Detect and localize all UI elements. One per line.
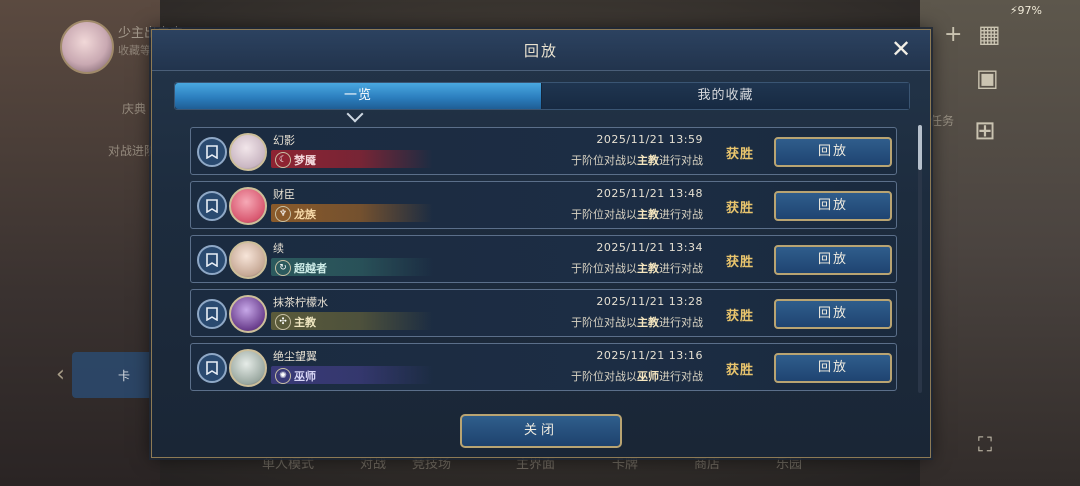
replay-button[interactable]: 回放 xyxy=(774,353,892,383)
match-result: 获胜 xyxy=(726,147,755,162)
bookmark-button[interactable] xyxy=(197,299,227,329)
match-description: 于阶位对战以主教进行对战 xyxy=(571,206,703,222)
player-name: 绝尘望翼 xyxy=(273,350,317,363)
match-datetime: 2025/11/21 13:28 xyxy=(596,295,703,308)
class-name: 超越者 xyxy=(294,262,327,275)
match-datetime: 2025/11/21 13:34 xyxy=(596,241,703,254)
bookmark-icon xyxy=(206,361,218,375)
desc-class: 主教 xyxy=(637,208,659,221)
gift-icon: ⊞ xyxy=(974,116,996,146)
scrollbar-thumb[interactable] xyxy=(918,125,922,170)
tab-bar: 一览 我的收藏 xyxy=(174,82,910,110)
plus-icon: + xyxy=(944,22,963,47)
player-name: 财臣 xyxy=(273,188,295,201)
replay-row: 续 ↻ 超越者 2025/11/21 13:34 于阶位对战以主教进行对战 获胜… xyxy=(190,235,897,283)
battery-status: ⚡97% xyxy=(1009,4,1042,17)
desc-suffix: 进行对战 xyxy=(659,154,703,167)
player-avatar xyxy=(229,187,267,225)
dialog-title: 回放 xyxy=(523,42,558,60)
tab-my-favorites[interactable]: 我的收藏 xyxy=(542,83,909,109)
match-result: 获胜 xyxy=(726,309,755,324)
scrollbar[interactable] xyxy=(918,125,922,393)
desc-suffix: 进行对战 xyxy=(659,316,703,329)
replay-row: 财臣 ♆ 龙族 2025/11/21 13:48 于阶位对战以主教进行对战 获胜… xyxy=(190,181,897,229)
player-name: 抹茶柠檬水 xyxy=(273,296,328,309)
replay-dialog: 回放 ✕ 一览 我的收藏 幻影 ☾ 梦魇 2025/11/21 13:59 于阶… xyxy=(151,29,931,458)
close-icon[interactable]: ✕ xyxy=(888,36,914,62)
player-avatar xyxy=(229,133,267,171)
grid-icon: ▦ xyxy=(978,20,1001,48)
desc-class: 巫师 xyxy=(637,370,659,383)
bg-left-tab-label: 卡 xyxy=(118,369,131,383)
class-name: 梦魇 xyxy=(294,154,316,167)
class-icon: ↻ xyxy=(275,260,291,276)
desc-class: 主教 xyxy=(637,262,659,275)
desc-prefix: 于阶位对战以 xyxy=(571,370,637,383)
class-icon: ♆ xyxy=(275,206,291,222)
replay-button[interactable]: 回放 xyxy=(774,137,892,167)
desc-prefix: 于阶位对战以 xyxy=(571,154,637,167)
desc-suffix: 进行对战 xyxy=(659,262,703,275)
bookmark-button[interactable] xyxy=(197,353,227,383)
match-result: 获胜 xyxy=(726,201,755,216)
match-result: 获胜 xyxy=(726,255,755,270)
bookmark-icon xyxy=(206,145,218,159)
replay-button[interactable]: 回放 xyxy=(774,299,892,329)
bookmark-icon xyxy=(206,307,218,321)
match-description: 于阶位对战以主教进行对战 xyxy=(571,152,703,168)
match-datetime: 2025/11/21 13:59 xyxy=(596,133,703,146)
desc-suffix: 进行对战 xyxy=(659,208,703,221)
class-icon: ✣ xyxy=(275,314,291,330)
bookmark-button[interactable] xyxy=(197,245,227,275)
replay-row: 抹茶柠檬水 ✣ 主教 2025/11/21 13:28 于阶位对战以主教进行对战… xyxy=(190,289,897,337)
desc-prefix: 于阶位对战以 xyxy=(571,208,637,221)
bookmark-button[interactable] xyxy=(197,137,227,167)
player-subtitle: 收藏等 xyxy=(118,44,151,57)
replay-row: 绝尘望翼 ✺ 巫师 2025/11/21 13:16 于阶位对战以巫师进行对战 … xyxy=(190,343,897,391)
desc-class: 主教 xyxy=(637,154,659,167)
bg-menu-item: 庆典 xyxy=(122,102,147,116)
player-name: 幻影 xyxy=(273,134,295,147)
player-avatar xyxy=(229,295,267,333)
class-icon: ✺ xyxy=(275,368,291,384)
class-name: 主教 xyxy=(294,316,316,329)
class-name: 巫师 xyxy=(294,370,316,383)
close-button[interactable]: 关闭 xyxy=(460,414,622,448)
match-description: 于阶位对战以主教进行对战 xyxy=(571,260,703,276)
battery-level: 97% xyxy=(1017,4,1042,17)
desc-class: 主教 xyxy=(637,316,659,329)
match-result: 获胜 xyxy=(726,363,755,378)
class-icon: ☾ xyxy=(275,152,291,168)
player-name: 续 xyxy=(273,242,284,255)
background-right-panel xyxy=(920,0,1080,486)
bookmark-icon xyxy=(206,199,218,213)
bookmark-button[interactable] xyxy=(197,191,227,221)
bg-left-tab xyxy=(72,352,152,398)
replay-list: 幻影 ☾ 梦魇 2025/11/21 13:59 于阶位对战以主教进行对战 获胜… xyxy=(190,127,897,392)
replay-row: 幻影 ☾ 梦魇 2025/11/21 13:59 于阶位对战以主教进行对战 获胜… xyxy=(190,127,897,175)
match-description: 于阶位对战以主教进行对战 xyxy=(571,314,703,330)
replay-button[interactable]: 回放 xyxy=(774,191,892,221)
image-icon: ▣ xyxy=(976,64,999,92)
player-avatar xyxy=(60,20,114,74)
bookmark-icon xyxy=(206,253,218,267)
desc-prefix: 于阶位对战以 xyxy=(571,316,637,329)
tab-overview[interactable]: 一览 xyxy=(175,83,541,109)
class-name: 龙族 xyxy=(294,208,316,221)
player-avatar xyxy=(229,241,267,279)
replay-button[interactable]: 回放 xyxy=(774,245,892,275)
fullscreen-icon: ⛶ xyxy=(978,432,992,456)
dialog-header: 回放 ✕ xyxy=(152,30,930,71)
desc-suffix: 进行对战 xyxy=(659,370,703,383)
match-datetime: 2025/11/21 13:16 xyxy=(596,349,703,362)
desc-prefix: 于阶位对战以 xyxy=(571,262,637,275)
bg-menu-item: 对战进阶 xyxy=(108,144,157,158)
match-description: 于阶位对战以巫师进行对战 xyxy=(571,368,703,384)
player-avatar xyxy=(229,349,267,387)
bg-right-label: 任务 xyxy=(930,114,955,128)
match-datetime: 2025/11/21 13:48 xyxy=(596,187,703,200)
chevron-left-icon: ‹ xyxy=(56,362,65,387)
